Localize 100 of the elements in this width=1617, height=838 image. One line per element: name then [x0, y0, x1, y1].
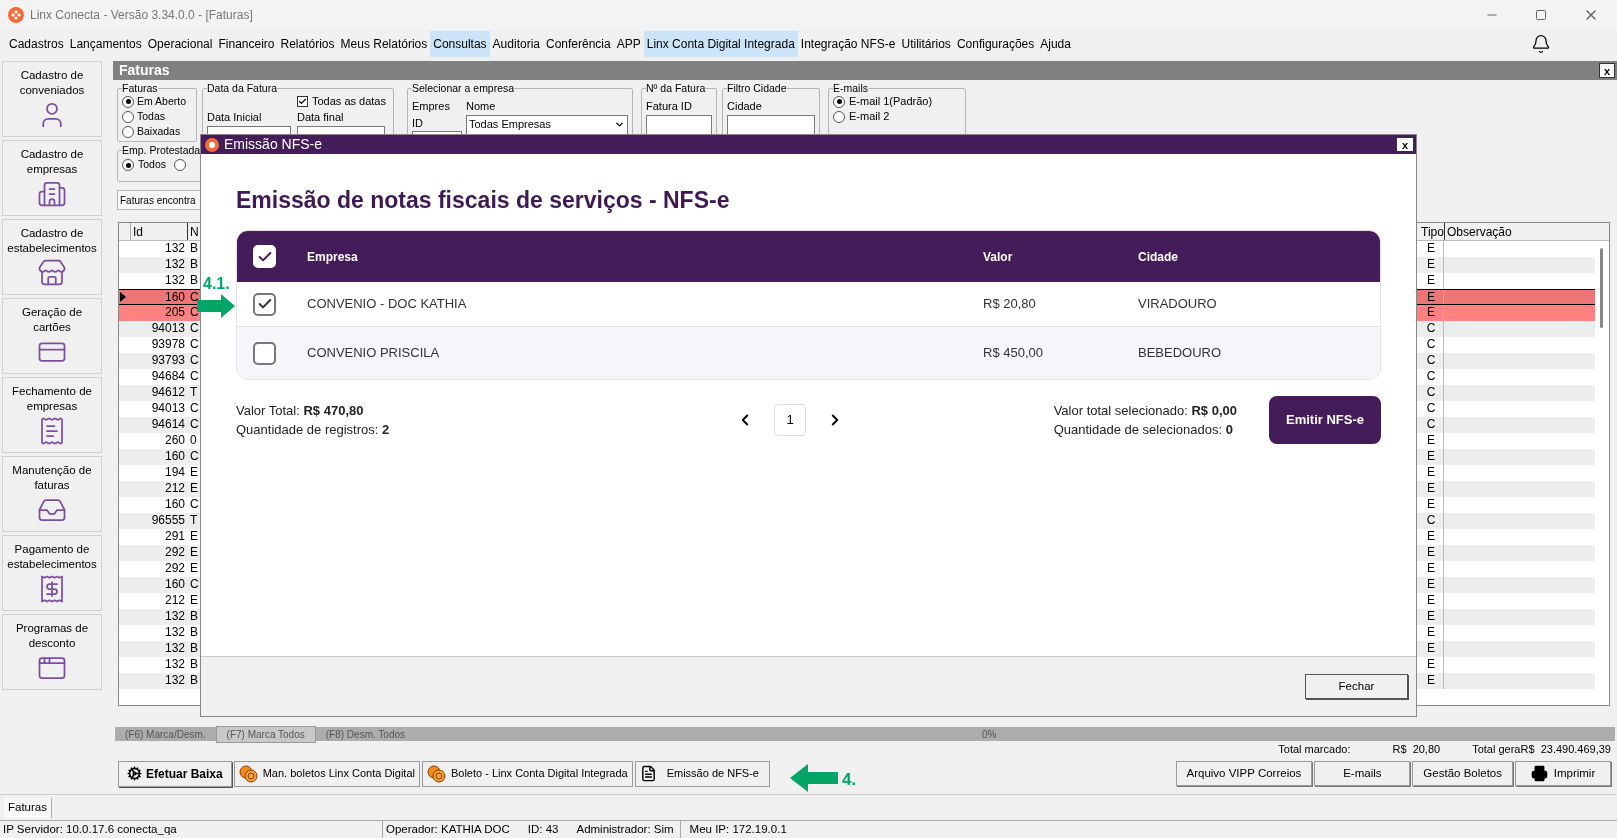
- progress-label: 0%: [982, 727, 997, 742]
- table-cell-text: C: [189, 353, 200, 369]
- radio-label: E-mail 2: [849, 109, 890, 125]
- table-cell-text: CONVENIO - DOC KATHIA: [307, 295, 468, 314]
- table-cell-text: C: [1425, 353, 1437, 369]
- table-cell-text: E: [1426, 577, 1436, 593]
- table-cell-text: 292: [163, 545, 186, 561]
- status-text: Administrador: Sim: [573, 820, 681, 838]
- table-cell-text: E: [1426, 561, 1436, 577]
- table-cell-text: E: [1426, 545, 1436, 561]
- checkbox-label: Todas as datas: [312, 94, 386, 110]
- table-cell-text: E: [1426, 529, 1436, 545]
- status-text: IP Servidor: 10.0.17.6 conecta_qa: [0, 820, 383, 838]
- table-cell-text: C: [189, 369, 200, 385]
- table-cell-text: E: [189, 545, 199, 561]
- status-text: Operador: KATHIA DOC: [385, 821, 511, 837]
- table-cell-text: B: [189, 273, 199, 289]
- total-value: R$ 20,80: [1392, 742, 1441, 758]
- table-cell-text: E: [1426, 433, 1436, 449]
- column-header: Empresa: [307, 248, 359, 266]
- summary-text: Quantidade de selecionados: 0: [1053, 421, 1234, 439]
- group-label: Selecionar a empresa: [412, 82, 515, 94]
- table-cell-text: C: [1425, 401, 1437, 417]
- summary-text: Valor total selecionado: R$ 0,00: [1053, 401, 1237, 420]
- table-cell-text: 132: [163, 273, 186, 289]
- table-cell-text: 93978: [150, 337, 186, 353]
- shortcut-hint: (F7) Marca Todos: [215, 725, 316, 743]
- table-cell-text: C: [189, 401, 200, 417]
- table-cell-text: B: [189, 625, 199, 641]
- table-cell-text: T: [189, 385, 199, 401]
- table-cell-text: E: [1426, 641, 1436, 657]
- table-cell-text: C: [189, 290, 200, 304]
- table-cell-text: B: [189, 641, 199, 657]
- table-cell-text: 96555: [150, 513, 186, 529]
- window-title: Linx Conecta - Versão 3.34.0.0 - [Faturas]: [30, 7, 253, 24]
- table-cell-text: B: [189, 241, 199, 257]
- radio-label: Todos: [138, 157, 167, 173]
- table-cell-text: E: [1426, 241, 1436, 257]
- status-text: Meu IP: 172.19.0.1: [688, 821, 788, 837]
- table-cell-text: B: [189, 673, 199, 689]
- table-cell-text: E: [189, 481, 199, 497]
- table-cell-text: 132: [163, 257, 186, 273]
- table-cell-text: C: [189, 577, 200, 593]
- total-label: Total marcado:: [1278, 742, 1351, 758]
- table-cell-text: 94684: [150, 369, 186, 385]
- table-cell-text: 160: [163, 449, 186, 465]
- table-cell-text: B: [189, 609, 199, 625]
- table-cell-text: 94013: [150, 321, 186, 337]
- table-cell-text: 194: [163, 465, 186, 481]
- group-label: Emp. Protestada: [122, 144, 201, 156]
- group-label: E-mails: [833, 82, 868, 94]
- group-label: Filtro Cidade: [727, 82, 787, 94]
- table-cell-text: E: [189, 561, 199, 577]
- field-label: Nome: [466, 99, 497, 114]
- table-cell-text: E: [1426, 305, 1436, 321]
- table-cell-text: E: [189, 465, 199, 481]
- table-cell-text: E: [1426, 290, 1436, 304]
- results-label: Faturas encontra: [120, 193, 196, 208]
- table-cell-text: E: [189, 593, 199, 609]
- summary-text: Quantidade de registros: 2: [236, 421, 391, 439]
- table-cell-text: E: [1426, 449, 1436, 465]
- summary-text: Valor Total: R$ 470,80: [236, 401, 365, 420]
- table-cell-text: E: [189, 529, 199, 545]
- step-label: 4.: [842, 769, 857, 791]
- table-cell-text: C: [1425, 513, 1437, 529]
- total-value: R$ 23.490.469,39: [1520, 742, 1611, 758]
- table-cell-text: C: [1425, 385, 1437, 401]
- table-cell-text: VIRADOURO: [1138, 295, 1217, 314]
- table-cell-text: 132: [163, 241, 186, 257]
- table-cell-text: C: [189, 497, 200, 513]
- table-cell-text: E: [1426, 657, 1436, 673]
- radio-label: E-mail 1(Padrão): [849, 94, 933, 110]
- table-cell-text: R$ 450,00: [983, 344, 1044, 363]
- group-label: Data da Fatura: [207, 82, 278, 94]
- shortcut-hint: (F8) Desm. Todos: [324, 727, 407, 742]
- table-cell-text: R$ 20,80: [983, 295, 1037, 314]
- group-label: Faturas: [122, 82, 158, 94]
- field-label: Fatura ID: [646, 99, 693, 114]
- table-cell-text: 291: [163, 529, 186, 545]
- table-cell-text: 132: [163, 641, 186, 657]
- table-cell-text: E: [1426, 625, 1436, 641]
- table-cell-text: 94013: [150, 401, 186, 417]
- status-text: ID: 43: [526, 821, 560, 837]
- table-cell-text: C: [1425, 369, 1437, 385]
- table-cell-text: B: [189, 257, 199, 273]
- field-label: Cidade: [727, 99, 763, 114]
- radio-label: Todas: [137, 108, 166, 124]
- step-label: 4.1.: [203, 274, 230, 294]
- radio-label: Baixadas: [137, 123, 181, 139]
- table-cell-text: E: [1426, 273, 1436, 289]
- table-cell-text: 212: [163, 593, 186, 609]
- table-cell-text: 260: [163, 433, 186, 449]
- table-cell-text: 94612: [150, 385, 186, 401]
- table-cell-text: C: [189, 337, 200, 353]
- column-header: Valor: [983, 248, 1014, 266]
- table-cell-text: 132: [163, 657, 186, 673]
- table-cell-text: 160: [163, 497, 186, 513]
- table-cell-text: 0: [189, 433, 198, 449]
- table-cell-text: CONVENIO PRISCILA: [307, 344, 441, 363]
- table-cell-text: C: [1425, 417, 1437, 433]
